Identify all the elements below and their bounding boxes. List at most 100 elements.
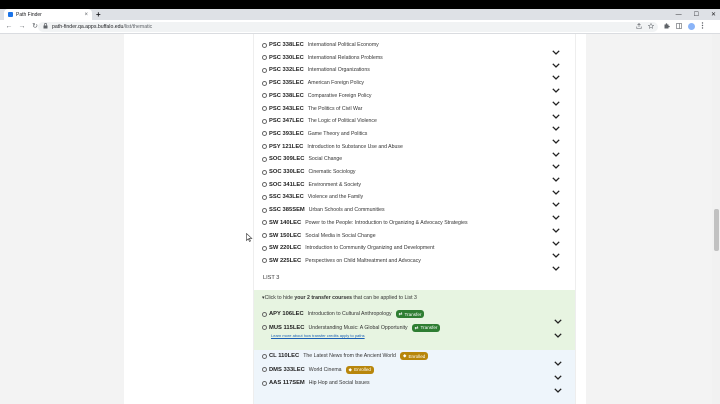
course-radio[interactable] [262,220,267,226]
course-code: SSC 385SEM [269,207,305,214]
course-radio[interactable] [262,182,267,188]
close-window-icon[interactable]: ✕ [711,11,716,18]
course-row[interactable]: PSC 393LEC Game Theory and Politics [262,128,562,144]
course-code: SOC 341LEC [269,181,305,188]
course-title: Power to the People: Introduction to Org… [305,219,468,226]
bookmark-star-icon[interactable] [647,22,655,31]
course-code: CL 110LEC [269,353,300,359]
course-row[interactable]: SW 220LEC Introduction to Community Organ… [262,242,562,259]
course-row[interactable]: PSC 330LEC International Relations Proble… [262,52,562,68]
tab-path-finder[interactable]: Path Finder × [4,9,92,20]
window-controls: — ☐ ✕ [676,9,716,20]
url-path: /list/thematic [123,24,153,30]
course-radio[interactable] [262,258,267,264]
course-row[interactable]: PSC 335LEC American Foreign Policy [262,77,562,94]
profile-avatar[interactable] [688,23,695,30]
course-radio[interactable] [262,106,267,111]
course-code: SW 225LEC [269,257,302,264]
browser-menu-icon[interactable] [701,22,704,31]
course-title: International Organizations [307,67,370,74]
site-favicon-icon [8,12,13,17]
course-code: PSC 393LEC [269,130,304,137]
course-radio[interactable] [262,42,267,48]
transfer-toggle-suffix: that can be applied to List 3 [351,295,417,301]
course-row[interactable]: AAS 117SEM Hip Hop and Social Issues [262,377,564,393]
transfer-toggle-prefix: ▾Click to hide [262,295,295,301]
course-radio[interactable] [262,55,267,61]
scrollbar-thumb[interactable] [714,209,719,251]
new-tab-button[interactable]: + [96,10,101,19]
browser-toolbar: ← → ↻ path-finder.qa.apps.buffalo.edu/li… [0,20,720,34]
course-row[interactable]: PSY 121LEC Introduction to Substance Use … [262,141,562,157]
transfer-toggle[interactable]: ▾Click to hide your 2 transfer courses t… [262,295,417,301]
course-radio[interactable] [262,380,267,386]
course-row[interactable]: SW 225LEC Perspectives on Child Maltreatm… [262,255,562,271]
extension-icon[interactable] [664,22,670,31]
course-code: SOC 330LEC [269,169,305,175]
course-row[interactable]: DMS 333LEC World Cinema ◆ Enrolled [262,364,564,380]
course-row[interactable]: PSC 347LEC The Logic of Political Violenc… [262,115,562,132]
course-radio[interactable] [262,156,267,162]
course-code: PSC 343LEC [269,105,304,112]
course-row[interactable]: SW 140LEC Power to the People: Introducti… [262,217,562,233]
course-code: PSC 347LEC [269,118,304,125]
course-row[interactable]: SSC 343LEC Violence and the Family [262,191,562,208]
lock-icon[interactable] [43,23,48,31]
tab-close-icon[interactable]: × [84,12,88,18]
status-badge: ⇄ Transfer [411,323,441,332]
course-row[interactable]: SOC 309LEC Social Change [262,153,562,170]
address-bar[interactable]: path-finder.qa.apps.buffalo.edu/list/the… [38,22,658,32]
course-code: PSY 121LEC [269,143,304,150]
expand-chevron-icon[interactable] [552,258,560,276]
course-radio[interactable] [262,144,267,150]
course-radio[interactable] [262,93,267,99]
transfer-icon: ⇄ [414,324,419,330]
course-radio[interactable] [262,367,267,372]
course-row[interactable]: MUS 115LEC Understanding Music: A Global … [262,322,564,338]
course-row[interactable]: CL 110LEC The Latest News from the Ancien… [262,350,564,366]
course-row[interactable]: PSC 338LEC International Political Econom… [262,39,562,55]
course-radio[interactable] [262,207,267,213]
course-row[interactable]: SSC 385SEM Urban Schools and Communities [262,204,562,221]
course-title: The Latest News from the Ancient World [303,353,396,359]
course-radio[interactable] [262,194,267,200]
course-code: PSC 335LEC [269,80,304,87]
course-radio[interactable] [262,325,267,330]
course-row[interactable]: PSC 343LEC The Politics of Civil War [262,103,562,119]
course-radio[interactable] [262,311,267,317]
course-radio[interactable] [262,245,267,251]
course-title: Violence and the Family [307,194,364,201]
badge-label: Transfer [420,325,438,330]
course-radio[interactable] [262,118,267,124]
course-radio[interactable] [262,233,267,238]
expand-chevron-icon[interactable] [554,380,562,398]
course-radio[interactable] [262,353,267,359]
course-radio[interactable] [262,131,267,137]
course-title: Environment & Society [308,181,361,188]
course-title: International Political Economy [307,42,379,48]
back-button[interactable]: ← [5,23,13,30]
course-row[interactable]: SW 150LEC Social Media in Social Change [262,230,562,246]
course-code: MUS 115LEC [269,324,305,331]
course-radio[interactable] [262,169,267,175]
course-code: SW 220LEC [269,245,302,252]
expand-chevron-icon[interactable] [554,325,562,343]
learn-more-link[interactable]: Learn more about how transfer credits ap… [271,333,365,338]
share-icon[interactable] [636,23,642,31]
title-bar [0,0,720,9]
transfer-toggle-count: your 2 transfer courses [294,295,352,301]
url-text[interactable]: path-finder.qa.apps.buffalo.edu/list/the… [52,24,152,30]
maximize-icon[interactable]: ☐ [694,11,699,18]
course-row[interactable]: PSC 338LEC Comparative Foreign Policy [262,90,562,106]
minimize-icon[interactable]: — [676,12,682,18]
course-row[interactable]: APY 106LEC Introduction to Cultural Anthr… [262,308,564,324]
sidebar-icon[interactable] [676,22,682,31]
enrolled-icon: ◆ [402,353,407,358]
forward-button[interactable]: → [18,23,26,30]
course-row[interactable]: PSC 332LEC International Organizations [262,64,562,81]
course-radio[interactable] [262,67,267,73]
course-row[interactable]: SOC 341LEC Environment & Society [262,179,562,195]
extension-area [664,22,704,31]
course-row[interactable]: SOC 330LEC Cinematic Sociology [262,166,562,182]
course-radio[interactable] [262,80,267,86]
